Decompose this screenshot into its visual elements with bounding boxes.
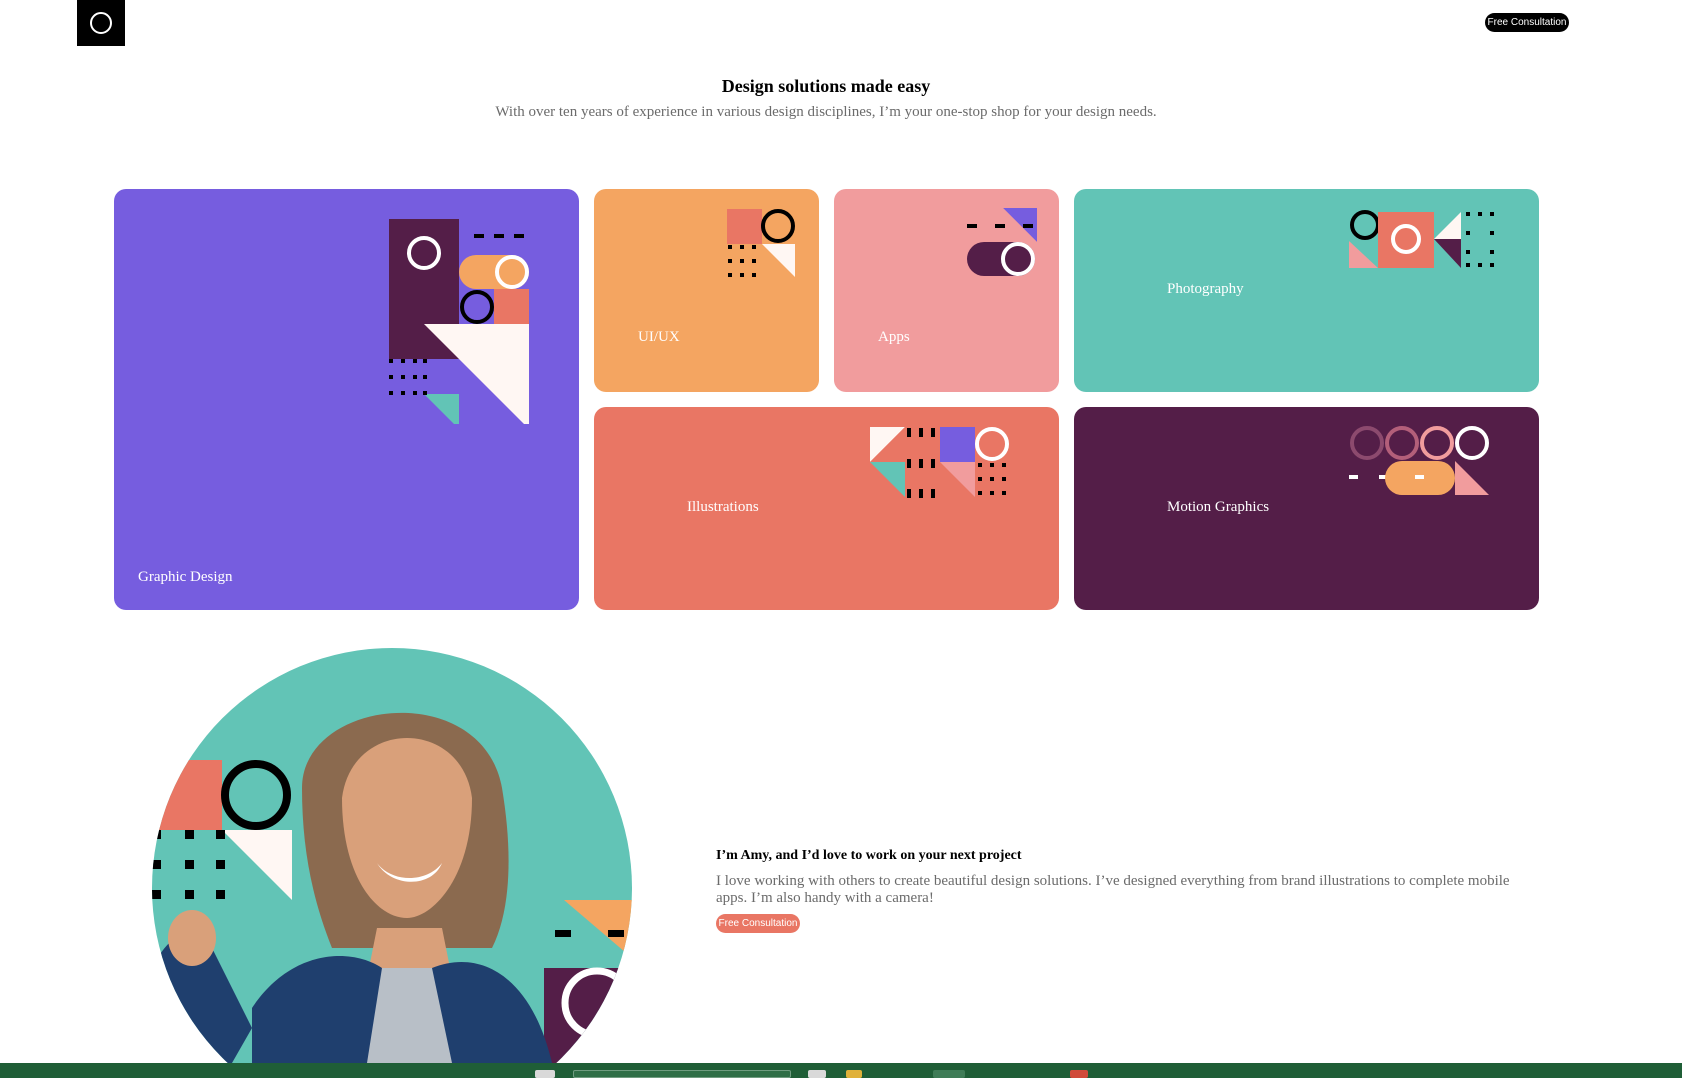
page-subtitle: With over ten years of experience in var… (495, 104, 1157, 120)
service-card-motion-graphics[interactable]: Motion Graphics (1074, 407, 1539, 610)
service-label-ui-ux: UI/UX (638, 329, 680, 345)
service-label-graphic-design: Graphic Design (138, 569, 233, 585)
taskbar-app-icon[interactable] (808, 1070, 826, 1078)
service-card-illustrations[interactable]: Illustrations (594, 407, 1059, 610)
taskbar-browser-icon[interactable] (1070, 1070, 1088, 1078)
os-taskbar (0, 1063, 1682, 1078)
apps-illustration-icon (967, 208, 1037, 276)
free-consultation-button[interactable]: Free Consultation (1485, 13, 1569, 32)
logo[interactable] (77, 0, 125, 46)
service-card-apps[interactable]: Apps (834, 189, 1059, 392)
service-card-ui-ux[interactable]: UI/UX (594, 189, 819, 392)
illustrations-illustration-icon (870, 427, 1009, 498)
about-free-consultation-button[interactable]: Free Consultation (716, 914, 800, 933)
page-title: Design solutions made easy (721, 76, 931, 96)
service-label-motion-graphics: Motion Graphics (1167, 499, 1270, 515)
logo-ring-icon (90, 12, 112, 34)
ui-ux-illustration-icon (727, 209, 795, 277)
taskbar-search-box[interactable] (573, 1070, 791, 1078)
graphic-design-illustration-icon (389, 219, 529, 424)
start-icon[interactable] (535, 1070, 555, 1078)
service-label-apps: Apps (878, 329, 910, 345)
taskbar-folder-icon[interactable] (846, 1070, 862, 1078)
taskbar-active-app-icon[interactable] (933, 1070, 965, 1078)
amy-portrait-image (152, 648, 632, 1063)
photography-illustration-icon (1349, 210, 1494, 268)
motion-graphics-illustration-icon (1349, 426, 1489, 495)
about-text: I love working with others to create bea… (716, 873, 1510, 906)
about-title: I’m Amy, and I’d love to work on your ne… (716, 848, 1022, 863)
service-card-graphic-design[interactable]: Graphic Design (114, 189, 579, 610)
service-label-photography: Photography (1167, 281, 1244, 297)
service-card-photography[interactable]: Photography (1074, 189, 1539, 392)
service-label-illustrations: Illustrations (687, 499, 759, 515)
